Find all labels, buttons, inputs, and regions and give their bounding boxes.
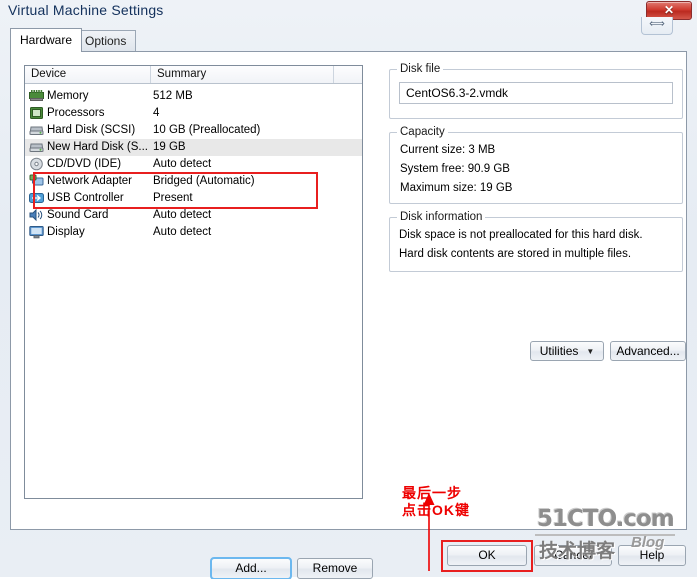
disk-information-group-title: Disk information (397, 211, 486, 223)
usb-icon (29, 191, 44, 205)
disk-file-group: Disk file CentOS6.3-2.vmdk (389, 63, 683, 119)
window-title: Virtual Machine Settings (8, 2, 164, 18)
cancel-button[interactable]: Cancel (534, 545, 612, 566)
device-name: USB Controller (47, 192, 124, 204)
device-summary: Bridged (Automatic) (153, 175, 255, 187)
device-name: Processors (47, 107, 105, 119)
chevron-down-icon: ▼ (586, 347, 595, 357)
virtual-machine-settings-window: Virtual Machine Settings ✕ ⟺ Hardware Op… (0, 0, 697, 579)
table-row[interactable]: CD/DVD (IDE) Auto detect (25, 156, 362, 173)
device-summary: 4 (153, 107, 160, 119)
ok-button[interactable]: OK (447, 545, 527, 566)
device-name: CD/DVD (IDE) (47, 158, 122, 170)
utilities-button-label: Utilities (539, 344, 579, 358)
column-header-device[interactable]: Device (25, 66, 151, 83)
device-summary: Auto detect (153, 158, 212, 170)
table-row[interactable]: New Hard Disk (S... 19 GB (25, 139, 362, 156)
device-name: Memory (47, 90, 89, 102)
table-row[interactable]: Hard Disk (SCSI) 10 GB (Preallocated) (25, 122, 362, 139)
soundcard-icon (29, 208, 44, 222)
utilities-button[interactable]: Utilities ▼ (530, 341, 604, 361)
device-name: Network Adapter (47, 175, 133, 187)
memory-icon (29, 89, 44, 103)
capacity-current-size: Current size: 3 MB (400, 144, 496, 156)
network-adapter-icon (29, 174, 44, 188)
table-row[interactable]: Display Auto detect (25, 224, 362, 241)
device-name: Sound Card (47, 209, 109, 221)
column-header-extra[interactable] (334, 66, 362, 83)
device-summary: 10 GB (Preallocated) (153, 124, 261, 136)
device-list[interactable]: Device Summary Memory 512 MB Processors … (24, 65, 363, 499)
disk-file-group-title: Disk file (397, 63, 444, 75)
device-name: Display (47, 226, 85, 238)
cddvd-icon (29, 157, 44, 171)
capacity-group: Capacity Current size: 3 MB System free:… (389, 126, 683, 204)
footer-bar: OK Cancel Help (0, 531, 697, 577)
device-summary: 512 MB (153, 90, 193, 102)
device-summary: 19 GB (153, 141, 186, 153)
display-icon (29, 225, 44, 239)
tab-options[interactable]: Options (75, 30, 137, 51)
device-list-header: Device Summary (25, 66, 362, 84)
device-summary: Auto detect (153, 209, 212, 221)
device-name: Hard Disk (SCSI) (47, 124, 136, 136)
device-summary: Present (153, 192, 193, 204)
disk-information-group: Disk information Disk space is not preal… (389, 211, 683, 272)
disk-information-line-2: Hard disk contents are stored in multipl… (399, 248, 632, 260)
processor-icon (29, 106, 44, 120)
column-header-summary[interactable]: Summary (151, 66, 334, 83)
capacity-maximum-size: Maximum size: 19 GB (400, 182, 513, 194)
harddisk-icon (29, 123, 44, 137)
table-row[interactable]: Sound Card Auto detect (25, 207, 362, 224)
device-name: New Hard Disk (S... (47, 141, 148, 153)
capacity-system-free: System free: 90.9 GB (400, 163, 510, 175)
table-row[interactable]: Memory 512 MB (25, 88, 362, 105)
disk-file-input[interactable]: CentOS6.3-2.vmdk (399, 82, 673, 104)
capacity-group-title: Capacity (397, 126, 448, 138)
table-row[interactable]: Network Adapter Bridged (Automatic) (25, 173, 362, 190)
disk-information-line-1: Disk space is not preallocated for this … (399, 229, 643, 241)
titlebar: Virtual Machine Settings ✕ ⟺ (0, 0, 697, 35)
content-panel: Device Summary Memory 512 MB Processors … (10, 51, 687, 579)
table-row[interactable]: Processors 4 (25, 105, 362, 122)
table-row[interactable]: USB Controller Present (25, 190, 362, 207)
tabstrip: Hardware Options (10, 28, 687, 52)
harddisk-icon (29, 140, 44, 154)
tab-hardware[interactable]: Hardware (10, 28, 83, 52)
help-button[interactable]: Help (618, 545, 686, 566)
device-summary: Auto detect (153, 226, 212, 238)
advanced-button[interactable]: Advanced... (610, 341, 686, 361)
